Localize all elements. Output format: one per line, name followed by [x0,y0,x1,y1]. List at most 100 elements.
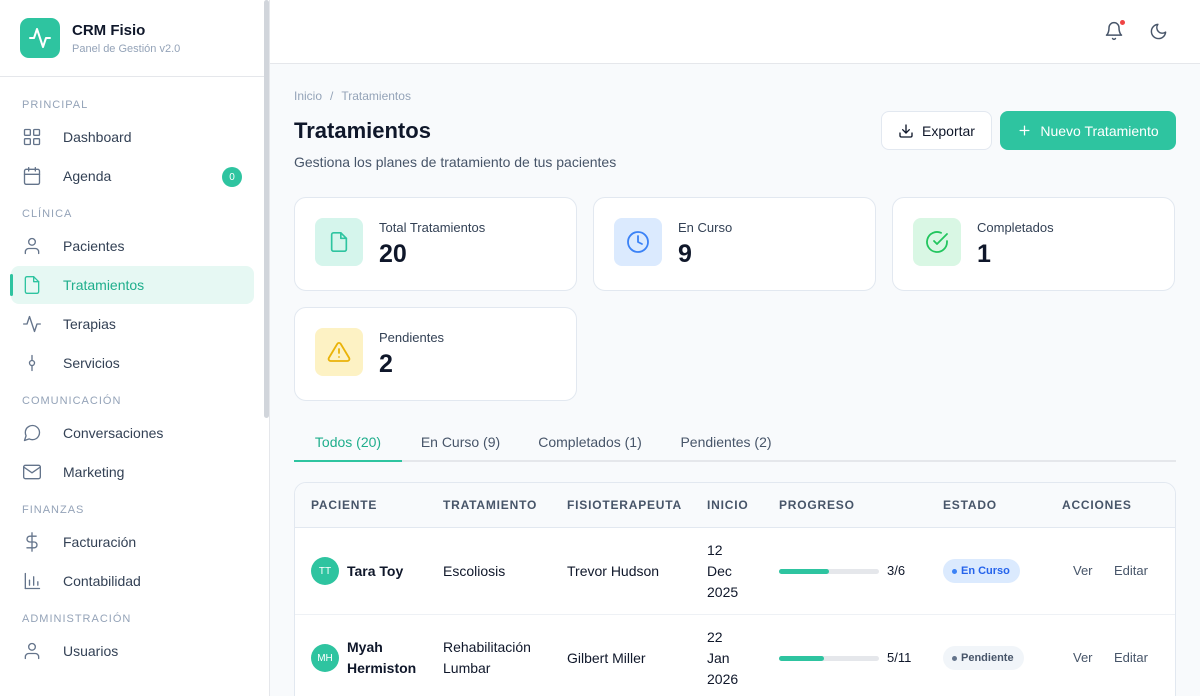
brand-subtitle: Panel de Gestión v2.0 [72,42,181,55]
sidebar-item-terapias[interactable]: Terapias [11,305,254,343]
tab-completados[interactable]: Completados (1) [530,424,650,462]
stat-label: Pendientes [379,330,445,345]
nav-section-comunicacion: COMUNICACIÓN [22,395,122,407]
sidebar-item-label: Marketing [63,464,125,480]
sidebar-item-label: Servicios [63,355,120,371]
sidebar-item-marketing[interactable]: Marketing [11,453,254,491]
new-treatment-button[interactable]: Nuevo Tratamiento [1000,111,1176,150]
sidebar-item-agenda[interactable]: Agenda 0 [11,157,254,195]
table-row[interactable]: TT Tara Toy Escoliosis Trevor Hudson 12 Dec 20… [295,528,1175,615]
tab-en-curso[interactable]: En Curso (9) [412,424,509,462]
stat-value: 9 [678,240,692,268]
patient-name[interactable]: Tara Toy [347,561,403,582]
treatment-name-line: Escoliosis [443,562,506,579]
stat-card-total: Total Tratamientos 20 [294,197,577,291]
start-date-line: Dec [707,562,732,579]
sidebar-item-dashboard[interactable]: Dashboard [11,118,254,156]
start-date-line: 12 [707,541,723,558]
stat-icon-en-curso [614,218,662,266]
sidebar-item-pacientes[interactable]: Pacientes [11,227,254,265]
user-icon [24,642,40,660]
edit-button[interactable]: Editar [1114,563,1148,578]
grid-icon [23,128,41,146]
status-tabs: Todos (20) En Curso (9) Completados (1) … [294,424,1176,462]
tab-todos[interactable]: Todos (20) [294,424,402,462]
status-badge: Pendiente [943,646,1024,670]
stat-card-completados: Completados 1 [892,197,1175,291]
sidebar-item-usuarios[interactable]: Usuarios [11,632,254,670]
brand[interactable]: CRM Fisio Panel de Gestión v2.0 [0,0,269,77]
start-date-line: 2026 [707,670,739,687]
treatment-name: Rehabilitación Lumbar [443,637,531,679]
notifications-button[interactable] [1102,19,1126,43]
breadcrumb: Inicio / Tratamientos [294,89,411,103]
sidebar-item-label: Facturación [63,534,137,550]
patient-name[interactable]: Myah Hermiston [347,637,416,679]
nav-section-administracion: ADMINISTRACIÓN [22,613,132,625]
treatments-table: PACIENTE TRATAMIENTO FISIOTERAPEUTA INIC… [294,482,1176,696]
breadcrumb-separator: / [330,89,334,103]
sidebar-scrollbar[interactable] [264,0,269,418]
progress-bar [779,569,879,574]
bar-chart-icon [24,572,41,590]
user-icon [24,237,40,255]
start-date: 22 Jan 2026 [707,627,738,690]
edit-button[interactable]: Editar [1114,650,1148,665]
sidebar-item-label: Conversaciones [63,425,164,441]
message-circle-icon [23,424,41,442]
treatment-name-line: Rehabilitación [443,639,531,655]
file-icon [330,232,348,252]
export-button[interactable]: Exportar [881,111,992,150]
sidebar-item-tratamientos[interactable]: Tratamientos [10,266,254,304]
stat-label: Completados [977,220,1054,235]
stat-label: En Curso [678,220,733,235]
start-date-line: 22 [707,628,723,645]
tab-pendientes[interactable]: Pendientes (2) [672,424,780,462]
view-button[interactable]: Ver [1073,563,1093,578]
status-dot [952,655,957,661]
check-circle-icon [926,231,948,253]
sidebar-item-label: Terapias [63,316,116,332]
therapist-name: Gilbert Miller [567,650,646,666]
header-progreso: PROGRESO [779,498,855,512]
stat-value: 20 [379,240,407,268]
stat-label: Total Tratamientos [379,220,486,235]
status-badge: En Curso [943,559,1020,583]
status-dot [952,568,957,574]
sidebar-item-conversaciones[interactable]: Conversaciones [11,414,254,452]
therapist-name: Trevor Hudson [567,563,660,579]
activity-icon [23,315,41,333]
sidebar-item-servicios[interactable]: Servicios [11,344,254,382]
sidebar-item-label: Agenda [63,168,112,184]
git-commit-icon [28,354,36,372]
stat-icon-completados [913,218,961,266]
progress-text: 5/11 [887,650,912,665]
treatment-name: Escoliosis [443,561,505,582]
avatar: TT [311,557,339,585]
nav-section-clinica: CLÍNICA [22,208,73,220]
mail-icon [23,464,41,480]
sidebar: CRM Fisio Panel de Gestión v2.0 PRINCIPA… [0,0,270,696]
patient-name-line: Hermiston [347,660,417,676]
theme-toggle-button[interactable] [1146,19,1170,43]
export-label: Exportar [922,122,975,139]
status-label: Pendiente [961,652,1014,664]
sidebar-item-contabilidad[interactable]: Contabilidad [11,562,254,600]
progress-text: 3/6 [887,563,906,578]
page-subtitle: Gestiona los planes de tratamiento de tu… [294,154,617,170]
stat-value: 1 [977,240,991,268]
sidebar-item-label: Dashboard [63,129,132,145]
dollar-icon [26,532,38,552]
header-tratamiento: TRATAMIENTO [443,498,538,512]
alert-triangle-icon [327,342,351,362]
table-row[interactable]: MH Myah Hermiston Rehabilitación Lumbar Gilbe… [295,615,1175,696]
start-date-line: 2025 [707,583,739,600]
logo-activity-icon [20,18,60,58]
header-acciones: ACCIONES [1062,498,1132,512]
sidebar-item-facturacion[interactable]: Facturación [11,523,254,561]
breadcrumb-home[interactable]: Inicio [294,89,322,103]
sidebar-item-label: Usuarios [63,643,119,659]
plus-icon [1019,125,1030,136]
view-button[interactable]: Ver [1073,650,1093,665]
notification-dot [1120,20,1125,25]
